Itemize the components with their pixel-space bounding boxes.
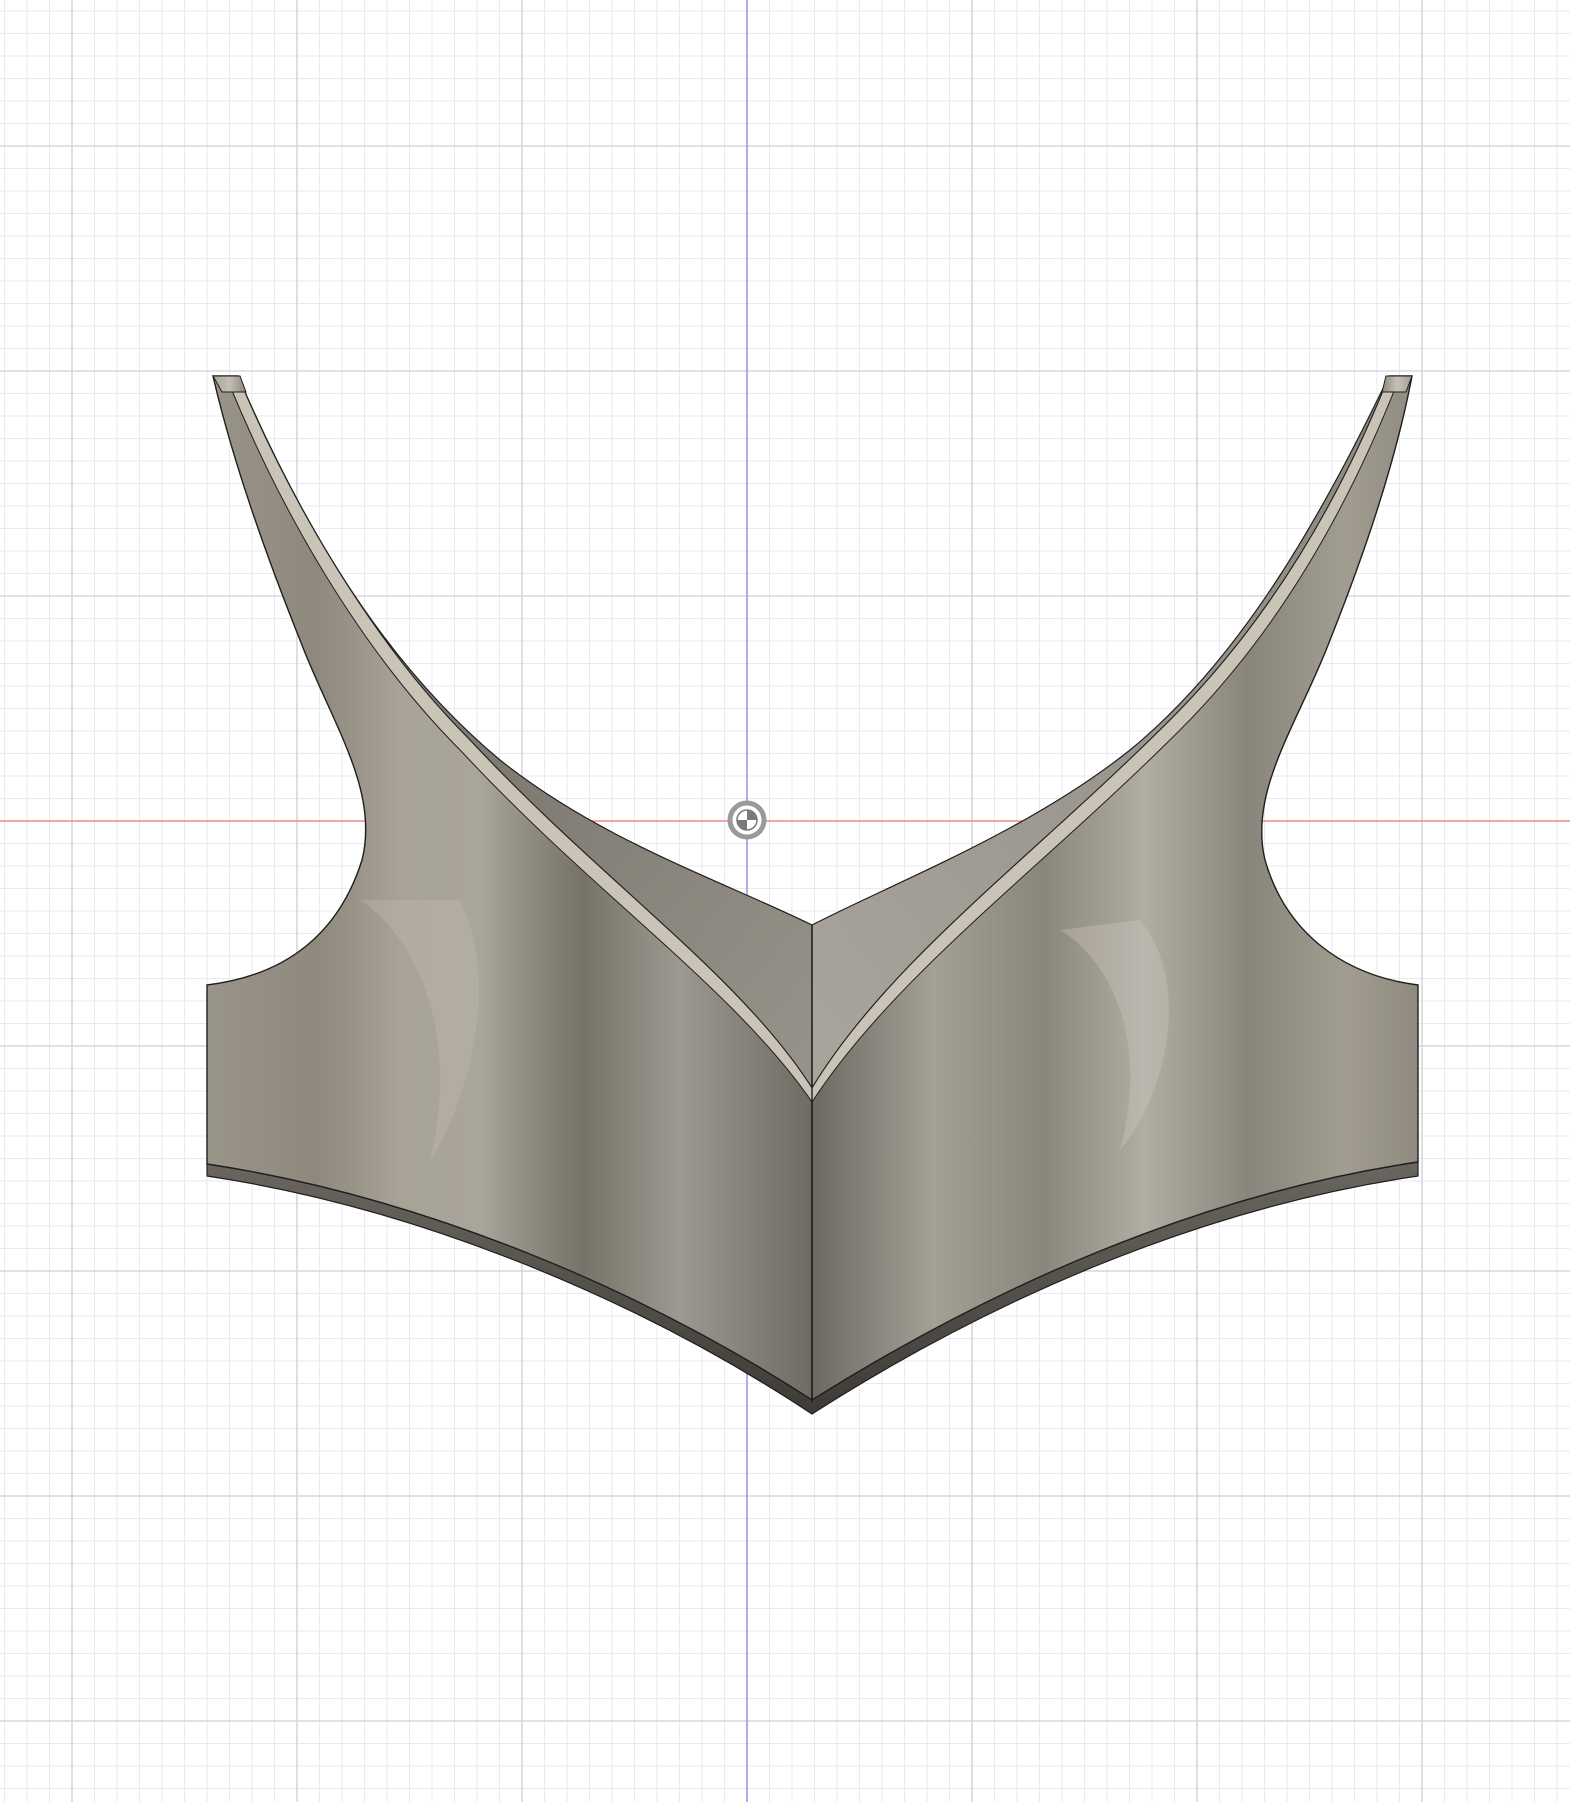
grid-major-lines	[0, 0, 1570, 1802]
origin-point-icon[interactable]	[727, 800, 767, 840]
model-body[interactable]	[206, 375, 1419, 1415]
viewport-canvas[interactable]	[0, 0, 1570, 1802]
cad-viewport[interactable]	[0, 0, 1570, 1802]
grid-minor-lines	[0, 0, 1570, 1802]
